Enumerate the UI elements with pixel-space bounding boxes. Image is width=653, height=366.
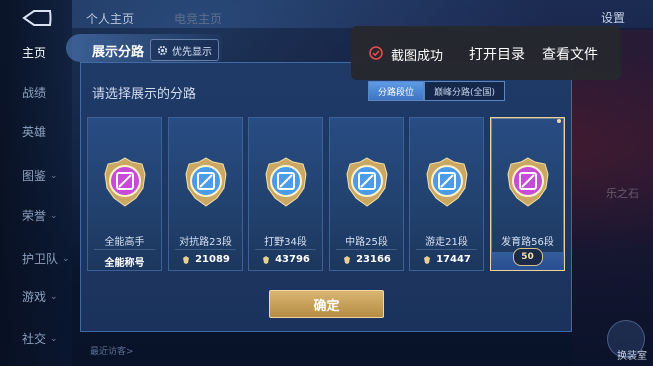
score-crest-icon [263, 255, 270, 264]
lane-card[interactable]: 对抗路23段 21089 [168, 117, 243, 271]
farm-lane-icon [506, 157, 549, 207]
lane-card-name: 游走21段 [425, 237, 468, 248]
open-directory-link[interactable]: 打开目录 [469, 44, 525, 64]
priority-display-label: 优先显示 [172, 46, 212, 58]
lane-card[interactable]: 游走21段 17447 [409, 117, 484, 271]
lane-card-score: 21089 [169, 254, 242, 265]
confirm-button[interactable]: 确定 [269, 290, 384, 318]
screenshot-toast: 截图成功 打开目录 查看文件 [351, 26, 621, 80]
lane-card-score-value: 43796 [275, 254, 310, 265]
sidebar-item-1[interactable]: 战绩 [0, 84, 72, 101]
sidebar-item-5[interactable]: 护卫队 ⌄ [0, 250, 72, 267]
lane-card-score: 全能称号 [88, 254, 161, 269]
all-round-icon [103, 157, 146, 207]
lane-card-score-value: 17447 [436, 254, 471, 265]
chevron-down-icon: ⌄ [50, 170, 58, 181]
lane-card-name: 发育路56段 [501, 237, 554, 248]
chevron-down-icon: ⌄ [50, 291, 58, 302]
panel-title: 展示分路 [92, 45, 145, 60]
recent-visitors-link[interactable]: 最近访客> [90, 344, 134, 357]
tab-lane-rank[interactable]: 分路段位 [368, 81, 425, 101]
jungle-icon [264, 157, 307, 207]
sidebar-item-4[interactable]: 荣誉 ⌄ [0, 207, 72, 224]
lane-card-name: 对抗路23段 [179, 237, 232, 248]
divider [336, 249, 397, 250]
clash-lane-icon [184, 157, 227, 207]
tab-esports-home[interactable]: 电竞主页 [174, 10, 222, 27]
settings-button[interactable]: 设置 [601, 9, 625, 26]
selected-marker [557, 119, 561, 123]
sidebar-item-7[interactable]: 社交 ⌄ [0, 330, 72, 347]
bottom-bar: 最近访客> [72, 334, 563, 364]
sidebar-item-label: 英雄 [22, 125, 47, 139]
mid-lane-icon [345, 157, 388, 207]
sidebar-item-label: 游戏 [22, 290, 47, 304]
rank-badge: 50 [512, 248, 543, 266]
check-circle-icon [369, 46, 383, 60]
lane-tabs: 分路段位 巅峰分路(全国) [368, 81, 506, 101]
select-prompt: 请选择展示的分路 [92, 87, 197, 102]
lane-card-score: 23166 [330, 254, 403, 265]
lane-card-name: 中路25段 [345, 237, 388, 248]
gear-icon [157, 45, 168, 55]
toast-message: 截图成功 [391, 49, 444, 64]
lane-card[interactable]: 发育路56段 50 [490, 117, 565, 271]
score-crest-icon [183, 255, 190, 264]
roam-icon [425, 157, 468, 207]
lane-card-name: 全能高手 [104, 237, 145, 248]
score-crest-icon [424, 255, 431, 264]
lane-card-score: 17447 [410, 254, 483, 265]
sidebar-item-2[interactable]: 英雄 [0, 123, 72, 140]
sidebar-item-label: 荣誉 [22, 209, 47, 223]
tab-personal-home[interactable]: 个人主页 [86, 10, 134, 27]
chevron-down-icon: ⌄ [50, 210, 58, 221]
lane-card-name: 打野34段 [264, 237, 307, 248]
wardrobe-label: 换装室 [617, 351, 647, 362]
lane-card[interactable]: 打野34段 43796 [248, 117, 323, 271]
sidebar-item-label: 主页 [22, 46, 47, 60]
lane-card-score-value: 21089 [195, 254, 230, 265]
lane-card-score-value: 23166 [356, 254, 391, 265]
sidebar-item-label: 护卫队 [22, 252, 59, 266]
lane-card[interactable]: 全能高手 全能称号 [87, 117, 162, 271]
sidebar-item-label: 图鉴 [22, 169, 47, 183]
sidebar-item-6[interactable]: 游戏 ⌄ [0, 288, 72, 305]
chevron-down-icon: ⌄ [50, 333, 58, 344]
sidebar-item-label: 战绩 [22, 86, 47, 100]
tab-peak-lane[interactable]: 巅峰分路(全国) [424, 81, 506, 101]
lane-card-score: 43796 [249, 254, 322, 265]
sidebar-item-label: 社交 [22, 332, 47, 346]
lane-card[interactable]: 中路25段 23166 [329, 117, 404, 271]
sidebar-item-0[interactable]: 主页 [0, 44, 72, 61]
divider [416, 249, 477, 250]
divider [94, 249, 155, 250]
priority-display-button[interactable]: 优先显示 [150, 39, 219, 61]
back-icon[interactable] [20, 8, 54, 28]
divider [175, 249, 236, 250]
score-crest-icon [344, 255, 351, 264]
divider [255, 249, 316, 250]
view-file-link[interactable]: 查看文件 [542, 44, 598, 64]
chevron-down-icon: ⌄ [62, 253, 70, 264]
sidebar-item-3[interactable]: 图鉴 ⌄ [0, 167, 72, 184]
lane-card-score-value: 全能称号 [104, 258, 145, 269]
